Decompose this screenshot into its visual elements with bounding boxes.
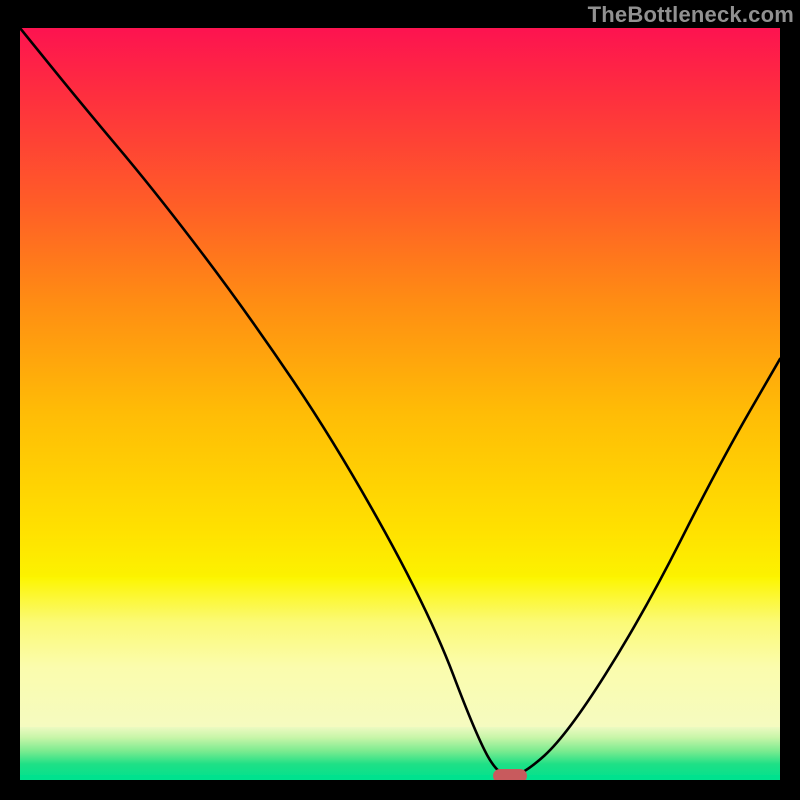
chart-frame: TheBottleneck.com [0, 0, 800, 800]
curve-path [20, 28, 780, 776]
attribution-label: TheBottleneck.com [588, 2, 794, 28]
bottleneck-curve [20, 28, 780, 780]
optimal-marker [493, 769, 527, 780]
plot-area [20, 28, 780, 780]
